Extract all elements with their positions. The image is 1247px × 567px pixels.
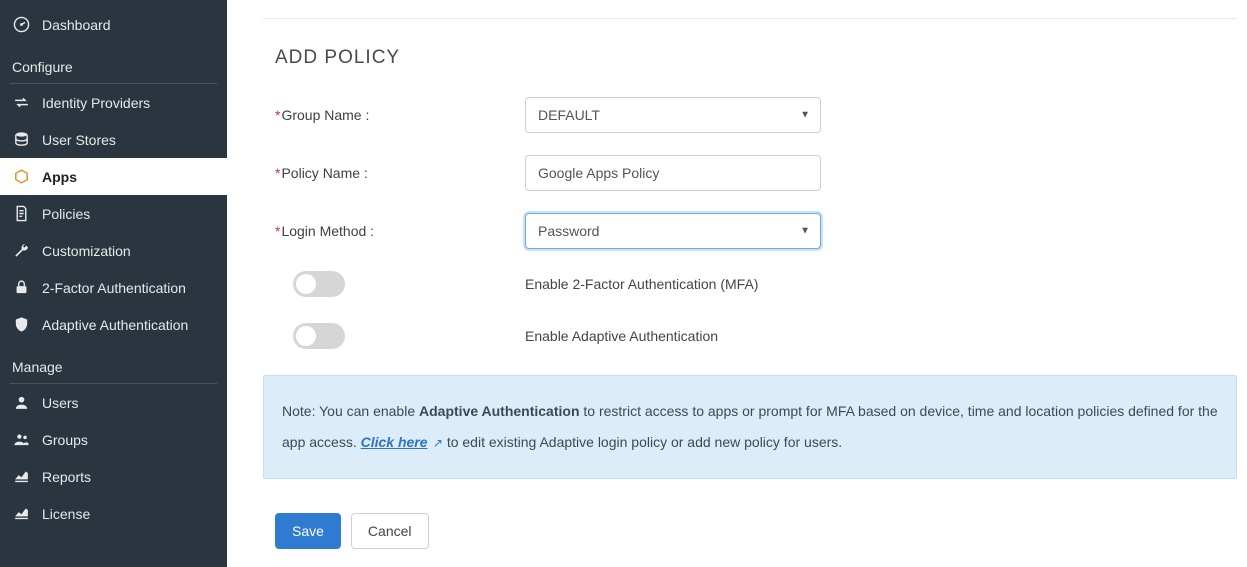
row-group-name: *Group Name : DEFAULT ▼ (275, 97, 1237, 133)
wrench-icon (12, 242, 30, 259)
toggle-enable-adaptive[interactable] (293, 323, 345, 349)
sidebar-item-label: Groups (42, 432, 88, 448)
toggle-enable-mfa[interactable] (293, 271, 345, 297)
input-policy-name[interactable] (525, 155, 821, 191)
users-group-icon (12, 431, 30, 448)
row-login-method: *Login Method : Password ▼ (275, 213, 1237, 249)
save-button[interactable]: Save (275, 513, 341, 549)
sidebar: Dashboard Configure Identity Providers U… (0, 0, 227, 567)
sidebar-item-policies[interactable]: Policies (0, 195, 227, 232)
top-divider (263, 18, 1237, 19)
row-policy-name: *Policy Name : (275, 155, 1237, 191)
sidebar-item-label: Users (42, 395, 79, 411)
add-policy-form: *Group Name : DEFAULT ▼ *Policy Name : *… (275, 97, 1237, 349)
select-group-name[interactable]: DEFAULT ▼ (525, 97, 821, 133)
database-icon (12, 131, 30, 148)
document-icon (12, 205, 30, 222)
row-enable-mfa: Enable 2-Factor Authentication (MFA) (275, 271, 1237, 297)
chart-area-icon (12, 468, 30, 485)
sidebar-item-label: Apps (42, 169, 77, 185)
user-icon (12, 394, 30, 411)
sidebar-item-label: 2-Factor Authentication (42, 280, 186, 296)
sidebar-item-dashboard[interactable]: Dashboard (0, 6, 227, 43)
sidebar-item-customization[interactable]: Customization (0, 232, 227, 269)
label-login-method: *Login Method : (275, 223, 525, 239)
sidebar-item-label: Identity Providers (42, 95, 150, 111)
note-bold: Adaptive Authentication (419, 403, 580, 419)
page-title: ADD POLICY (275, 47, 1237, 69)
lock-icon (12, 279, 30, 296)
main-content: ADD POLICY *Group Name : DEFAULT ▼ *Poli… (227, 0, 1247, 567)
cube-icon (12, 168, 30, 185)
sidebar-section-configure: Configure (0, 49, 227, 83)
sidebar-item-apps[interactable]: Apps (0, 158, 227, 195)
select-login-method[interactable]: Password ▼ (525, 213, 821, 249)
note-link-click-here[interactable]: Click here (361, 434, 428, 450)
row-enable-adaptive: Enable Adaptive Authentication (275, 323, 1237, 349)
label-group-name: *Group Name : (275, 107, 525, 123)
sidebar-section-manage: Manage (0, 349, 227, 383)
chevron-down-icon: ▼ (800, 110, 810, 121)
chart-area-icon (12, 505, 30, 522)
sidebar-item-label: Policies (42, 206, 90, 222)
label-policy-name: *Policy Name : (275, 165, 525, 181)
label-enable-mfa: Enable 2-Factor Authentication (MFA) (525, 276, 758, 292)
sidebar-item-adaptive-auth[interactable]: Adaptive Authentication (0, 306, 227, 343)
button-row: Save Cancel (275, 513, 1237, 549)
sidebar-item-user-stores[interactable]: User Stores (0, 121, 227, 158)
sidebar-item-label: Customization (42, 243, 131, 259)
select-value: Password (538, 223, 599, 239)
sidebar-item-reports[interactable]: Reports (0, 458, 227, 495)
label-enable-adaptive: Enable Adaptive Authentication (525, 328, 718, 344)
shield-icon (12, 316, 30, 333)
sidebar-item-label: Adaptive Authentication (42, 317, 188, 333)
arrows-horizontal-icon (12, 94, 30, 111)
adaptive-note: Note: You can enable Adaptive Authentica… (263, 375, 1237, 479)
select-value: DEFAULT (538, 107, 600, 123)
sidebar-item-label: Reports (42, 469, 91, 485)
note-text-prefix: Note: You can enable (282, 403, 419, 419)
gauge-icon (12, 16, 30, 33)
cancel-button[interactable]: Cancel (351, 513, 429, 549)
sidebar-item-groups[interactable]: Groups (0, 421, 227, 458)
sidebar-item-license[interactable]: License (0, 495, 227, 532)
external-link-icon: ↗ (430, 436, 443, 450)
sidebar-item-label: License (42, 506, 90, 522)
note-text-suffix: to edit existing Adaptive login policy o… (443, 434, 842, 450)
chevron-down-icon: ▼ (800, 226, 810, 237)
sidebar-item-label: Dashboard (42, 17, 111, 33)
sidebar-item-2fa[interactable]: 2-Factor Authentication (0, 269, 227, 306)
sidebar-item-identity-providers[interactable]: Identity Providers (0, 84, 227, 121)
sidebar-item-label: User Stores (42, 132, 116, 148)
sidebar-item-users[interactable]: Users (0, 384, 227, 421)
